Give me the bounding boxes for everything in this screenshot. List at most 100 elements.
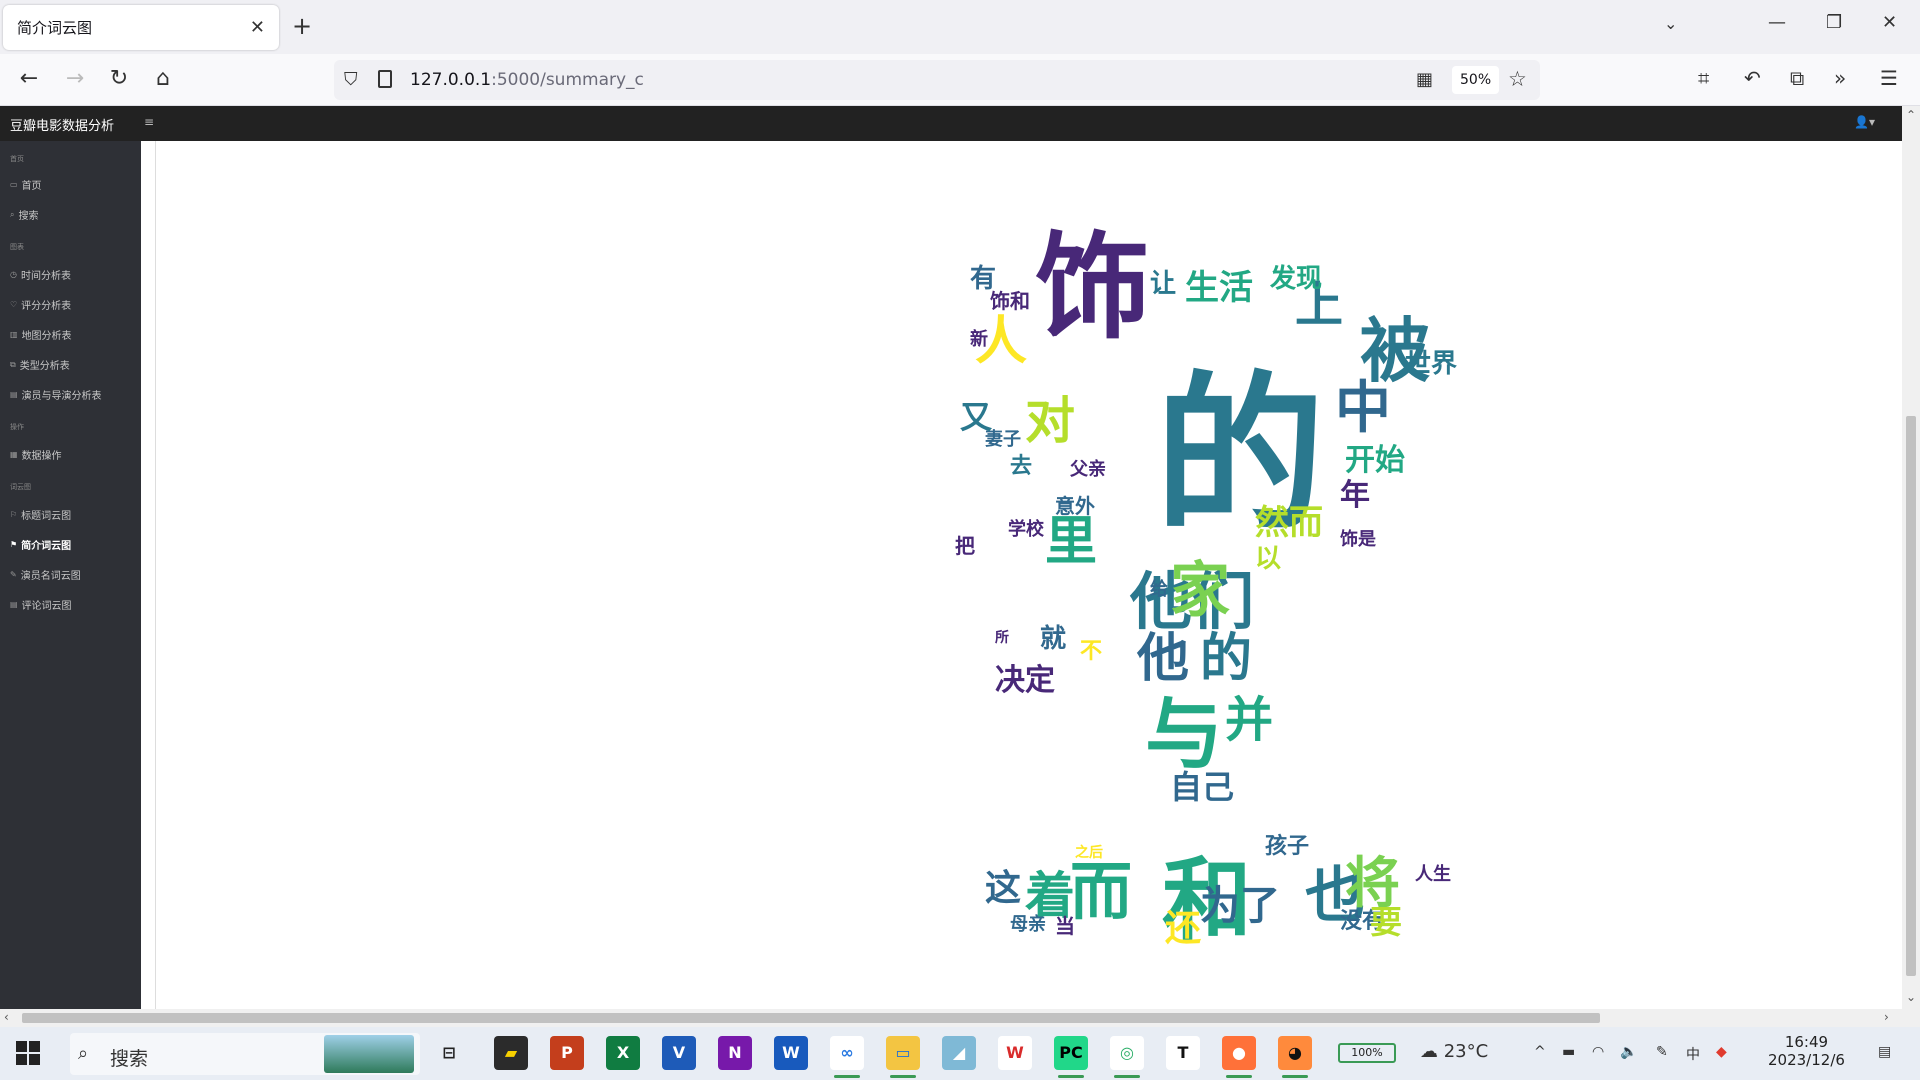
wordcloud-word: 父亲	[1070, 459, 1106, 480]
content-divider	[155, 141, 156, 1009]
zoom-level-badge[interactable]: 50%	[1452, 66, 1500, 94]
minimize-icon[interactable]: —	[1768, 12, 1786, 33]
baidu-netdisk-icon[interactable]: ∞	[830, 1036, 864, 1078]
sidebar-item-rating-analysis[interactable]: ♡ 评分分析表	[10, 297, 71, 312]
summary-wordcloud: 的饰被他们和与他的而也着将中上人对里家开始 自己并为了 决定 然而让生活这还年发现 世界…	[900, 141, 1500, 961]
chevron-down-icon[interactable]: ⌄	[1664, 14, 1677, 33]
sidebar-item-summary-cloud[interactable]: ⚑ 简介词云图	[10, 537, 71, 552]
scroll-right-icon[interactable]: ›	[1884, 1010, 1889, 1024]
word-icon[interactable]: W	[774, 1036, 808, 1070]
wordcloud-word: 饰和	[990, 289, 1030, 313]
wordcloud-word: 之后	[1075, 845, 1103, 861]
scroll-up-icon[interactable]: ⌃	[1906, 108, 1916, 122]
map-icon: ▥	[10, 330, 18, 339]
excel-icon[interactable]: X	[606, 1036, 640, 1070]
onenote-icon[interactable]: N	[718, 1036, 752, 1070]
wordcloud-word: 给	[1150, 579, 1168, 600]
wordcloud-word: 当	[1055, 914, 1075, 938]
user-icon[interactable]: 👤▾	[1854, 115, 1875, 129]
forward-icon[interactable]: →	[60, 66, 90, 91]
home-icon: ▭	[10, 180, 18, 189]
wordcloud-word: 母亲	[1010, 914, 1046, 935]
notification-icon[interactable]: ▤	[1878, 1044, 1891, 1060]
wordcloud-word: 而	[1070, 855, 1133, 928]
sticky-notes-icon[interactable]: ▰	[494, 1036, 528, 1070]
notes-app-icon[interactable]: ◢	[942, 1036, 976, 1070]
sidebar-item-map-analysis[interactable]: ▥ 地图分析表	[10, 327, 72, 342]
battery-icon[interactable]: ▬	[1562, 1044, 1575, 1060]
restore-icon[interactable]: ❐	[1826, 12, 1842, 33]
visio-icon[interactable]: V	[662, 1036, 696, 1070]
shield-icon[interactable]: ⛉	[344, 69, 358, 90]
weather-widget[interactable]: ☁ 23°C	[1420, 1041, 1488, 1062]
typora-icon[interactable]: T	[1166, 1036, 1200, 1070]
task-view-icon[interactable]: ⊟	[432, 1036, 466, 1070]
clock-icon: ◷	[10, 270, 17, 279]
browser-tab[interactable]: 简介词云图 ✕	[3, 5, 279, 50]
wordcloud-word: 开始	[1345, 443, 1405, 478]
sidebar-item-cast-analysis[interactable]: ▤ 演员与导演分析表	[10, 387, 102, 402]
back-icon[interactable]: ←	[14, 66, 44, 91]
extensions-icon[interactable]: ⧉	[1790, 66, 1804, 90]
volume-icon[interactable]: 🔈	[1620, 1044, 1637, 1060]
wordcloud-word: 学校	[1008, 519, 1044, 540]
wordcloud-word: 决定	[995, 663, 1055, 698]
wordcloud-word: 与	[1145, 690, 1224, 780]
sidebar-item-time-analysis[interactable]: ◷ 时间分析表	[10, 267, 71, 282]
hamburger-icon[interactable]: ≡	[144, 115, 154, 129]
file-explorer-icon[interactable]: ▭	[886, 1036, 920, 1078]
horizontal-scrollbar[interactable]: ‹ ›	[0, 1009, 1920, 1027]
wifi-icon[interactable]: ◠	[1592, 1044, 1604, 1060]
new-tab-icon[interactable]: +	[292, 12, 312, 40]
url-bar[interactable]: ⛉ 127.0.0.1:5000/summary_c ▦ 50% ☆	[334, 60, 1540, 100]
windows-start-icon[interactable]	[16, 1041, 40, 1065]
sidebar: 首页 ▭ 首页 ⌕ 搜索 图表 ◷ 时间分析表 ♡ 评分分析表 ▥ 地图分析表 ⧉ 类型分析…	[0, 141, 141, 1009]
sidebar-item-data-ops[interactable]: ▦ 数据操作	[10, 447, 62, 462]
qr-code-icon[interactable]: ▦	[1416, 69, 1433, 90]
sidebar-item-home[interactable]: ▭ 首页	[10, 177, 42, 192]
reload-icon[interactable]: ↻	[104, 66, 134, 91]
url-text[interactable]: 127.0.0.1:5000/summary_c	[410, 70, 644, 90]
vertical-scrollbar[interactable]: ⌃ ⌄	[1902, 106, 1920, 1009]
antivirus-icon[interactable]: ◆	[1716, 1044, 1727, 1060]
wordcloud-word: 不	[1080, 639, 1103, 664]
menu-icon[interactable]: ☰	[1880, 66, 1898, 90]
taskbar: ⌕ 搜索 ⊟ ▰ P X V N W ∞ ▭ ◢ W PC ◎ T ● ◕ 10…	[0, 1027, 1920, 1080]
sidebar-item-genre-analysis[interactable]: ⧉ 类型分析表	[10, 357, 70, 373]
tray-overflow-icon[interactable]: ^	[1534, 1044, 1546, 1060]
overflow-chevrons-icon[interactable]: »	[1834, 66, 1846, 90]
sidebar-item-comment-cloud[interactable]: ▤ 评论词云图	[10, 597, 72, 612]
battery-monitor-icon[interactable]: 100%	[1338, 1043, 1396, 1063]
wps-icon[interactable]: W	[998, 1036, 1032, 1070]
scroll-thumb[interactable]	[22, 1013, 1600, 1023]
close-icon[interactable]: ✕	[250, 17, 265, 38]
sidebar-item-actor-cloud[interactable]: ✎ 演员名词云图	[10, 567, 81, 582]
firefox-icon[interactable]: ●	[1222, 1036, 1256, 1078]
wordcloud-word: 去	[1010, 454, 1033, 479]
home-icon[interactable]: ⌂	[148, 66, 178, 91]
system-clock[interactable]: 16:49 2023/12/6	[1768, 1033, 1845, 1069]
pycharm-icon[interactable]: PC	[1054, 1036, 1088, 1078]
bookmark-star-icon[interactable]: ☆	[1508, 67, 1527, 91]
sidebar-item-title-cloud[interactable]: ⚐ 标题词云图	[10, 507, 71, 522]
app-brand[interactable]: 豆瓣电影数据分析	[10, 115, 114, 134]
wordcloud-word: 孩子	[1265, 834, 1310, 859]
pen-icon[interactable]: ✎	[1656, 1044, 1668, 1060]
powerpoint-icon[interactable]: P	[550, 1036, 584, 1070]
undo-icon[interactable]: ↶	[1744, 66, 1761, 90]
input-method-icon[interactable]: 中	[1686, 1044, 1700, 1064]
screenshot-icon[interactable]: ⌗	[1698, 66, 1709, 90]
wechat-icon[interactable]: ◎	[1110, 1036, 1144, 1078]
wordcloud-word: 自己	[1170, 768, 1235, 806]
window-close-icon[interactable]: ✕	[1882, 12, 1897, 33]
taskbar-search[interactable]: ⌕ 搜索	[70, 1033, 420, 1075]
qq-icon[interactable]: ◕	[1278, 1036, 1312, 1078]
tab-title: 简介词云图	[17, 19, 93, 37]
sidebar-item-search[interactable]: ⌕ 搜索	[10, 207, 38, 223]
wordcloud-word: 饰	[1035, 221, 1151, 355]
scroll-left-icon[interactable]: ‹	[4, 1010, 9, 1024]
wordcloud-word: 他	[1137, 629, 1190, 689]
scroll-down-icon[interactable]: ⌄	[1906, 990, 1916, 1004]
scroll-thumb[interactable]	[1906, 416, 1916, 976]
wordcloud-word: 把	[955, 534, 975, 558]
